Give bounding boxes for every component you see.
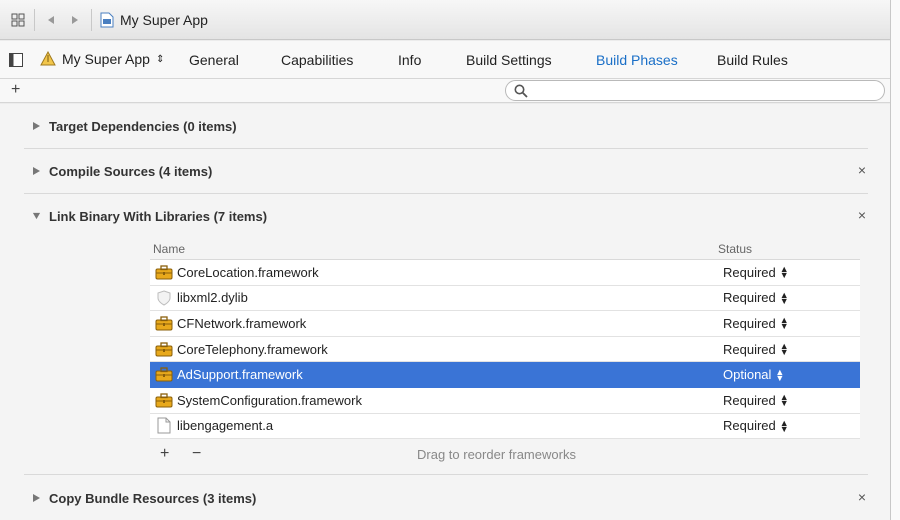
phase-title: Target Dependencies (0 items) xyxy=(49,118,237,134)
status-value: Required xyxy=(723,315,776,331)
project-file-icon xyxy=(100,12,114,27)
status-popup[interactable]: Required ▲ ▼ xyxy=(723,418,860,433)
tab-general[interactable]: General xyxy=(189,52,239,68)
table-row[interactable]: libengagement.a Required ▲ ▼ xyxy=(150,413,860,440)
toolbox-icon xyxy=(154,315,174,331)
status-popup[interactable]: Optional ▲ ▼ xyxy=(723,367,860,382)
breadcrumb-title: My Super App xyxy=(120,11,208,28)
disclosure-triangle-icon[interactable] xyxy=(32,493,41,503)
table-row[interactable]: CFNetwork.framework Required ▲ ▼ xyxy=(150,311,860,337)
tab-info[interactable]: Info xyxy=(398,52,421,68)
updown-arrows-icon: ▲ ▼ xyxy=(779,289,789,306)
remove-library-button[interactable]: − xyxy=(192,445,214,463)
tab-capabilities[interactable]: Capabilities xyxy=(281,52,353,68)
chevron-updown-icon: ⇕ xyxy=(155,53,165,65)
toolbox-icon xyxy=(154,341,174,357)
status-popup[interactable]: Required ▲ ▼ xyxy=(723,265,860,280)
forward-arrow-icon[interactable] xyxy=(63,8,87,32)
phase-title: Compile Sources (4 items) xyxy=(49,163,213,179)
status-popup[interactable]: Required ▲ ▼ xyxy=(723,393,860,408)
disclosure-triangle-icon[interactable] xyxy=(32,166,41,176)
updown-arrows-icon: ▲ ▼ xyxy=(779,315,789,332)
back-arrow-icon[interactable] xyxy=(39,8,63,32)
library-name: libxml2.dylib xyxy=(177,290,248,306)
drag-hint: Drag to reorder frameworks xyxy=(417,446,576,462)
app-target-icon xyxy=(40,51,56,66)
target-name: My Super App xyxy=(62,51,150,67)
disclosure-triangle-icon[interactable] xyxy=(32,121,41,131)
tab-build-rules[interactable]: Build Rules xyxy=(717,52,788,68)
library-shield-icon xyxy=(154,290,174,306)
library-name: AdSupport.framework xyxy=(177,367,303,383)
disclosure-triangle-icon[interactable] xyxy=(32,211,41,221)
jump-bar: My Super App xyxy=(0,0,890,40)
toolbox-icon xyxy=(154,264,174,280)
phase-title: Link Binary With Libraries (7 items) xyxy=(49,208,268,224)
library-name: CoreTelephony.framework xyxy=(177,341,328,357)
tab-build-phases[interactable]: Build Phases xyxy=(596,52,678,68)
phase-copy-bundle-resources: Copy Bundle Resources (3 items) × xyxy=(24,476,868,520)
search-icon xyxy=(514,84,528,98)
phase-target-dependencies: Target Dependencies (0 items) xyxy=(24,104,868,149)
breadcrumb[interactable]: My Super App xyxy=(100,12,208,28)
build-phases-list: Target Dependencies (0 items) Compile So… xyxy=(0,104,890,520)
table-body: CoreLocation.framework Required ▲ ▼ libxml2.… xyxy=(150,260,860,440)
tab-build-settings[interactable]: Build Settings xyxy=(466,52,552,68)
status-value: Required xyxy=(723,418,776,434)
status-value: Required xyxy=(723,392,776,408)
phase-header[interactable]: Target Dependencies (0 items) xyxy=(24,104,868,148)
updown-arrows-icon: ▲ ▼ xyxy=(775,366,785,383)
toolbox-icon xyxy=(154,392,174,408)
divider xyxy=(91,8,92,31)
close-icon[interactable]: × xyxy=(858,489,866,505)
add-build-phase-button[interactable]: + xyxy=(11,81,20,99)
close-icon[interactable]: × xyxy=(858,207,866,223)
phase-compile-sources: Compile Sources (4 items) × xyxy=(24,149,868,194)
updown-arrows-icon: ▲ ▼ xyxy=(779,264,789,281)
search-field[interactable] xyxy=(505,80,885,101)
table-row[interactable]: SystemConfiguration.framework Required ▲ ▼ xyxy=(150,387,860,414)
document-icon xyxy=(154,417,174,434)
table-row[interactable]: AdSupport.framework Optional ▲ ▼ xyxy=(150,362,860,388)
inspector-pane-edge xyxy=(890,0,900,520)
status-value: Required xyxy=(723,264,776,280)
phase-title: Copy Bundle Resources (3 items) xyxy=(49,490,257,506)
libraries-footer: + − Drag to reorder frameworks xyxy=(150,442,860,466)
table-header: Name Status xyxy=(150,238,860,260)
grid-icon[interactable] xyxy=(6,8,30,32)
library-name: SystemConfiguration.framework xyxy=(177,392,362,408)
table-row[interactable]: CoreTelephony.framework Required ▲ ▼ xyxy=(150,336,860,363)
divider xyxy=(34,8,35,31)
sidebar-toggle-icon[interactable] xyxy=(9,53,23,70)
status-value: Optional xyxy=(723,367,772,383)
library-name: CoreLocation.framework xyxy=(177,264,319,280)
toolbox-icon xyxy=(154,367,174,383)
status-value: Required xyxy=(723,290,776,306)
add-library-button[interactable]: + xyxy=(160,445,182,463)
library-name: libengagement.a xyxy=(177,418,274,434)
updown-arrows-icon: ▲ ▼ xyxy=(779,392,789,409)
target-picker[interactable]: My Super App ⇕ xyxy=(40,51,164,67)
library-name: CFNetwork.framework xyxy=(177,315,307,331)
filter-bar: + xyxy=(0,79,890,103)
phase-header[interactable]: Compile Sources (4 items) × xyxy=(24,149,868,193)
close-icon[interactable]: × xyxy=(858,162,866,178)
table-row[interactable]: CoreLocation.framework Required ▲ ▼ xyxy=(150,260,860,286)
column-name[interactable]: Name xyxy=(150,242,718,256)
phase-header[interactable]: Copy Bundle Resources (3 items) × xyxy=(24,476,868,520)
phase-header[interactable]: Link Binary With Libraries (7 items) × xyxy=(24,194,868,238)
updown-arrows-icon: ▲ ▼ xyxy=(779,341,789,358)
status-value: Required xyxy=(723,341,776,357)
status-popup[interactable]: Required ▲ ▼ xyxy=(723,342,860,357)
column-status[interactable]: Status xyxy=(718,242,860,256)
status-popup[interactable]: Required ▲ ▼ xyxy=(723,290,860,305)
editor-tab-bar: My Super App ⇕ General Capabilities Info… xyxy=(0,41,890,79)
status-popup[interactable]: Required ▲ ▼ xyxy=(723,316,860,331)
table-row[interactable]: libxml2.dylib Required ▲ ▼ xyxy=(150,285,860,312)
libraries-table: Name Status CoreLocation.framework Requir… xyxy=(150,238,860,440)
updown-arrows-icon: ▲ ▼ xyxy=(779,417,789,434)
